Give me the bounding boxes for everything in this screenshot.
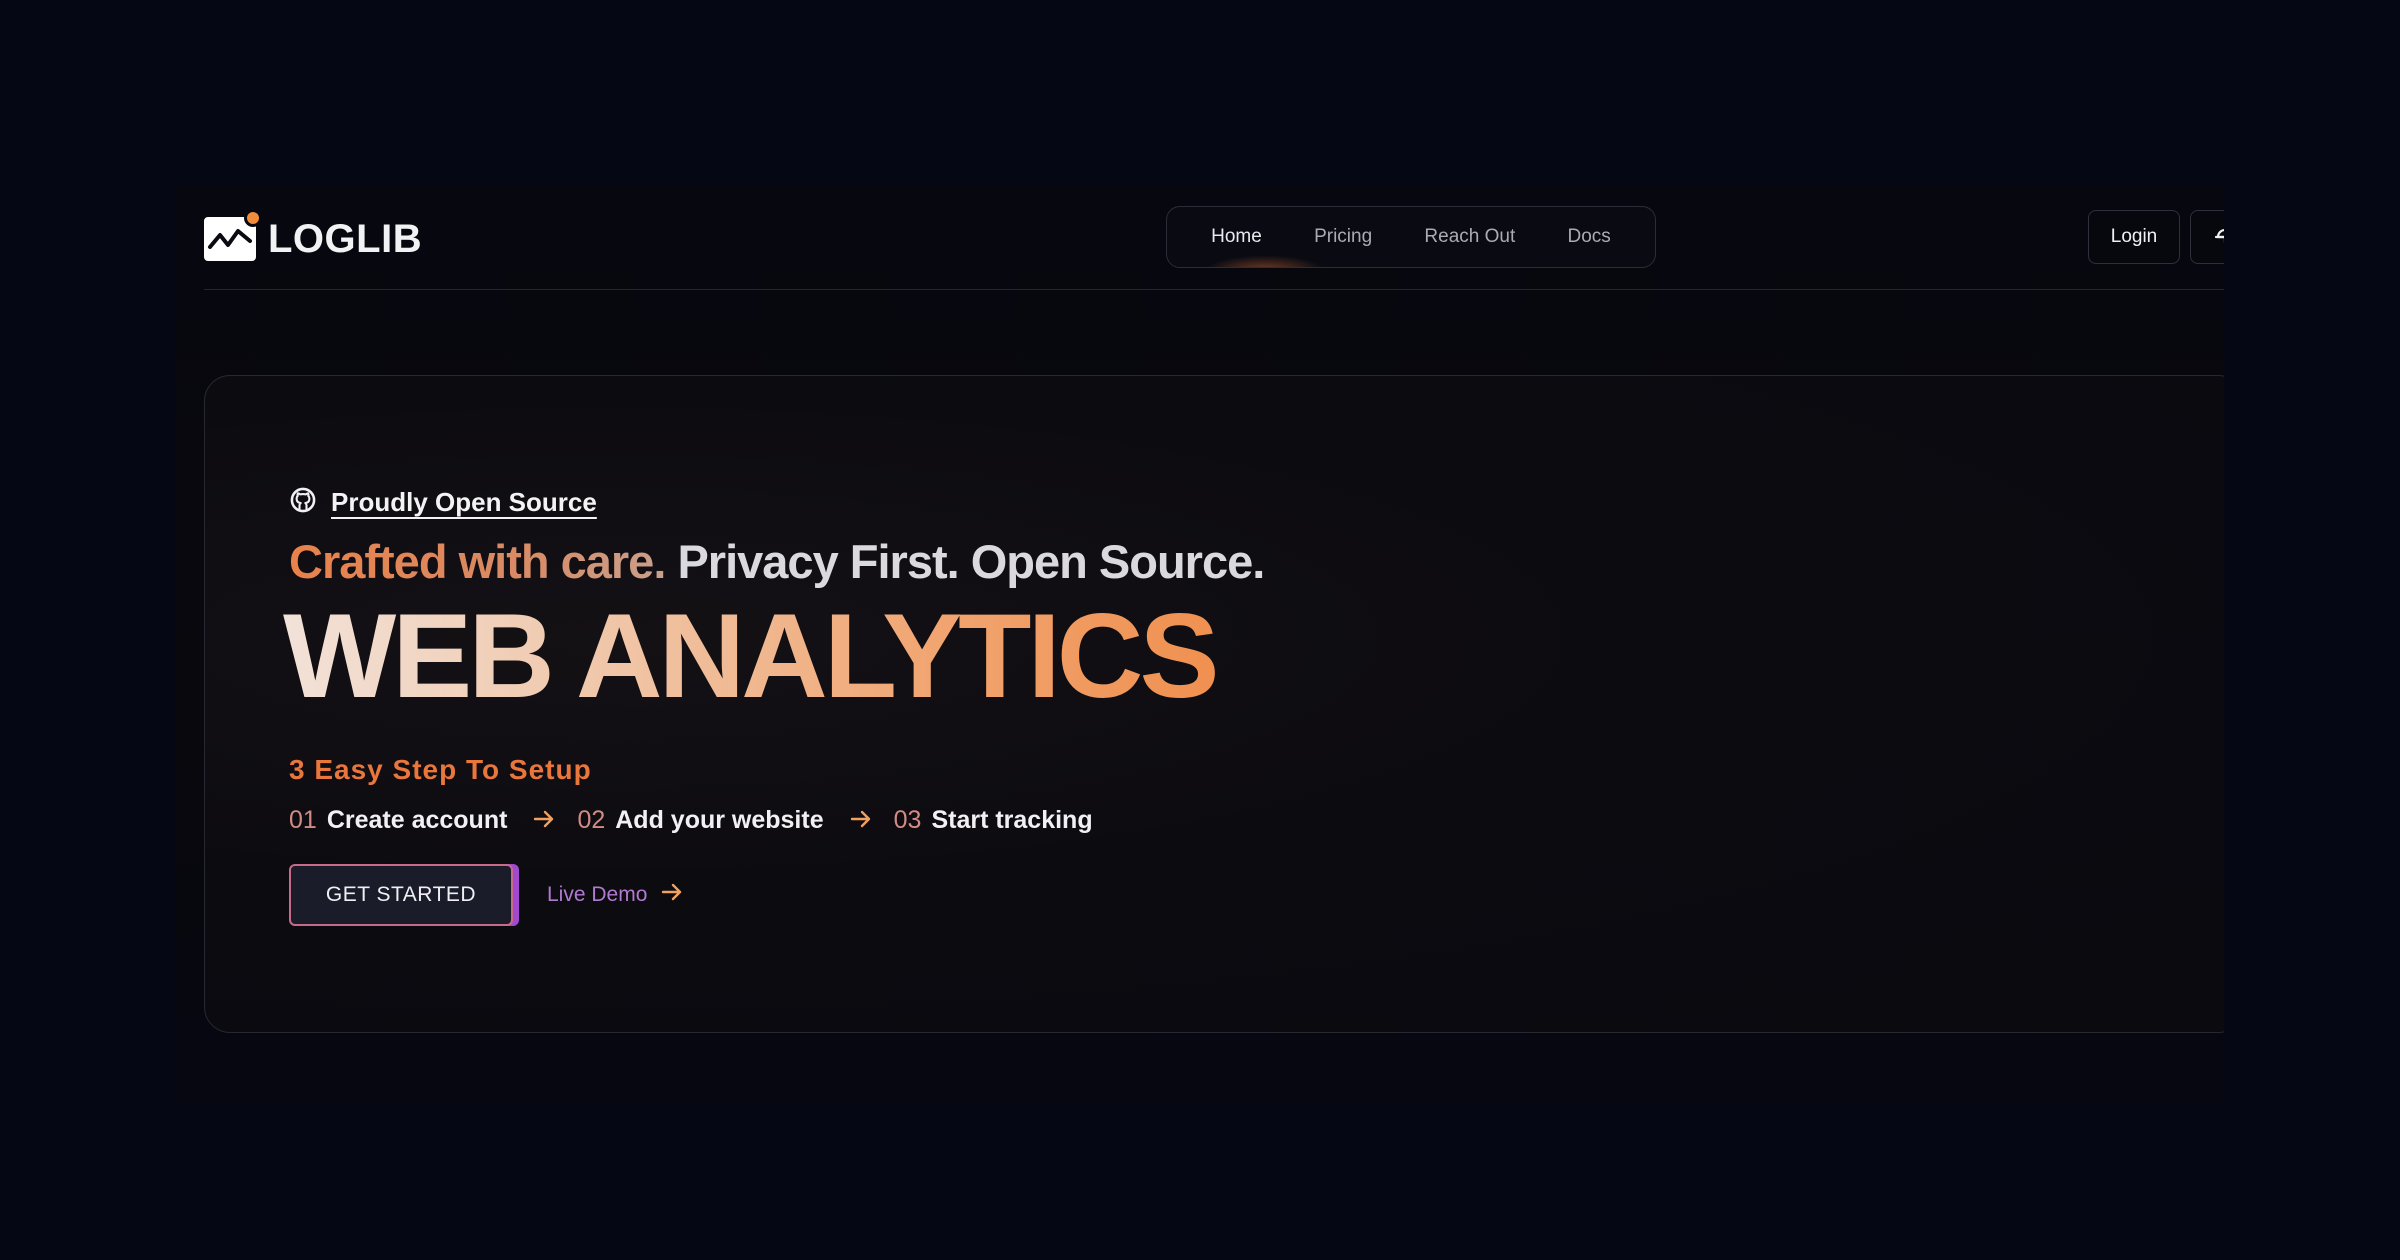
open-source-label: Proudly Open Source xyxy=(331,487,597,517)
step-number: 01 xyxy=(289,806,317,834)
arrow-right-icon xyxy=(661,883,683,907)
tagline-accent: Crafted with care. xyxy=(289,535,666,588)
step-number: 03 xyxy=(893,806,922,834)
logo[interactable]: LOGLIB xyxy=(204,209,423,264)
site-header: LOGLIB Home Pricing Reach Out Docs Login xyxy=(204,186,2224,290)
theme-toggle-button[interactable] xyxy=(2190,210,2224,264)
nav-item-reach-out[interactable]: Reach Out xyxy=(1414,220,1525,254)
steps-list: 01 Create account 02 Add your website 03… xyxy=(289,806,1093,835)
hero-headline: WEB ANALYTICS xyxy=(283,589,1219,723)
open-source-link[interactable]: Proudly Open Source xyxy=(289,486,597,519)
live-demo-link[interactable]: Live Demo xyxy=(547,883,683,907)
step-label: Add your website xyxy=(615,806,824,834)
nav-active-glow xyxy=(1205,255,1325,267)
logo-dot-icon xyxy=(244,209,262,227)
step-label: Start tracking xyxy=(931,806,1093,834)
cta-row: GET STARTED Live Demo xyxy=(289,864,683,926)
arrow-right-icon xyxy=(850,806,872,835)
nav-item-docs[interactable]: Docs xyxy=(1558,220,1621,254)
github-icon xyxy=(289,486,317,519)
nav-item-pricing[interactable]: Pricing xyxy=(1304,220,1382,254)
main-nav: Home Pricing Reach Out Docs xyxy=(1166,206,1656,268)
arrow-right-icon xyxy=(533,806,555,835)
nav-item-home[interactable]: Home xyxy=(1201,220,1272,254)
login-button[interactable]: Login xyxy=(2088,210,2180,264)
tagline: Crafted with care. Privacy First. Open S… xyxy=(289,534,1265,589)
cloud-icon xyxy=(2213,223,2224,252)
step-label: Create account xyxy=(326,806,508,834)
steps-title: 3 Easy Step To Setup xyxy=(289,754,592,785)
hero-card: Proudly Open Source Crafted with care. P… xyxy=(204,375,2224,1033)
logo-chart-icon xyxy=(204,209,262,261)
logo-text: LOGLIB xyxy=(268,216,423,261)
step-number: 02 xyxy=(577,806,606,834)
live-demo-label: Live Demo xyxy=(547,883,648,906)
tagline-rest: Privacy First. Open Source. xyxy=(665,535,1265,588)
get-started-button[interactable]: GET STARTED xyxy=(289,864,513,926)
page-frame: LOGLIB Home Pricing Reach Out Docs Login xyxy=(176,186,2224,1104)
